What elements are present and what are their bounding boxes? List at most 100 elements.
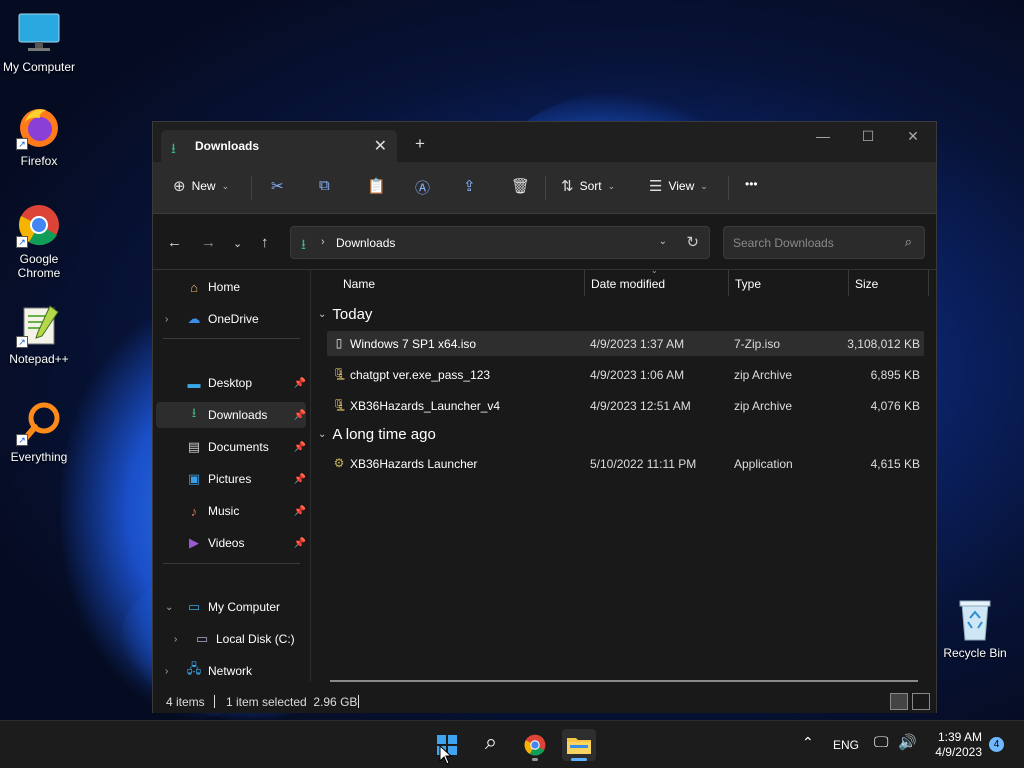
- tiles-view-button[interactable]: [912, 693, 930, 710]
- desktop-icon-notepadpp[interactable]: ↗ Notepad++: [0, 302, 78, 366]
- volume-icon[interactable]: 🔊: [898, 733, 917, 751]
- nav-item-music[interactable]: ♪ Music 📌: [156, 498, 306, 524]
- nav-item-onedrive[interactable]: › ☁ OneDrive: [156, 306, 306, 332]
- clock[interactable]: 1:39 AM 4/9/2023: [935, 730, 982, 760]
- copy-button[interactable]: ⧉: [319, 177, 330, 194]
- group-header-today[interactable]: ⌄ Today: [318, 306, 372, 323]
- notepadpp-icon: ↗: [16, 302, 62, 348]
- breadcrumb[interactable]: Downloads: [336, 236, 395, 250]
- running-indicator: [532, 758, 538, 761]
- chevron-right-icon[interactable]: ›: [165, 314, 168, 325]
- address-bar[interactable]: ⭳ › Downloads ⌄ ↻: [290, 226, 710, 259]
- forward-button[interactable]: →: [201, 234, 216, 251]
- nav-item-videos[interactable]: ▶ Videos 📌: [156, 530, 306, 556]
- shortcut-arrow-icon: ↗: [16, 336, 28, 348]
- language-indicator[interactable]: ENG: [833, 738, 859, 752]
- column-headers: ⌄ Name Date modified Type Size: [312, 266, 936, 296]
- copy-icon: ⧉: [319, 177, 330, 194]
- file-list: ⌄ Name Date modified Type Size ⌄ Today ▯…: [312, 266, 936, 682]
- sort-button[interactable]: ⇅ Sort ⌄: [561, 177, 615, 195]
- group-header-long-ago[interactable]: ⌄ A long time ago: [318, 426, 436, 443]
- minimize-button[interactable]: —: [808, 128, 838, 144]
- file-explorer-taskbar-button[interactable]: [562, 729, 596, 761]
- nav-item-pictures[interactable]: ▣ Pictures 📌: [156, 466, 306, 492]
- more-options-button[interactable]: •••: [745, 177, 758, 191]
- new-tab-button[interactable]: +: [415, 134, 425, 154]
- chrome-taskbar-button[interactable]: [518, 729, 552, 761]
- address-dropdown-icon[interactable]: ⌄: [659, 236, 667, 247]
- file-row[interactable]: ⚙ XB36Hazards Launcher 5/10/2022 11:11 P…: [327, 451, 924, 476]
- column-header-size[interactable]: Size: [855, 277, 878, 291]
- search-input[interactable]: Search Downloads ⌕: [723, 226, 925, 259]
- nav-item-documents[interactable]: ▤ Documents 📌: [156, 434, 306, 460]
- pin-icon[interactable]: 📌: [294, 538, 306, 549]
- desktop-icon-recycle-bin[interactable]: Recycle Bin: [936, 596, 1014, 660]
- column-header-date[interactable]: Date modified: [591, 277, 665, 291]
- plus-circle-icon: ⊕: [173, 178, 186, 195]
- tab-downloads[interactable]: ⭳ Downloads ✕: [161, 130, 397, 162]
- refresh-icon[interactable]: ↻: [686, 233, 699, 251]
- column-divider[interactable]: [584, 270, 585, 296]
- desktop-icon-everything[interactable]: ↗ Everything: [0, 400, 78, 464]
- active-indicator: [571, 758, 587, 761]
- column-divider[interactable]: [848, 270, 849, 296]
- desktop-icon-firefox[interactable]: ↗ Firefox: [0, 104, 78, 168]
- navigation-pane: ⌂ Home › ☁ OneDrive ▬ Desktop 📌 ⭳ Downlo…: [153, 270, 311, 682]
- desktop-icon-my-computer[interactable]: My Computer: [0, 10, 78, 74]
- chevron-up-icon[interactable]: ⌃: [802, 734, 814, 751]
- close-tab-icon[interactable]: ✕: [374, 136, 387, 156]
- pin-icon[interactable]: 📌: [294, 442, 306, 453]
- column-divider[interactable]: [728, 270, 729, 296]
- title-bar: ⭳ Downloads ✕ + — ☐ ✕: [153, 122, 936, 162]
- file-row[interactable]: 🗜 XB36Hazards_Launcher_v4 4/9/2023 12:51…: [327, 393, 924, 418]
- chevron-down-icon: ⌄: [318, 429, 327, 440]
- shortcut-arrow-icon: ↗: [16, 138, 28, 150]
- notification-badge[interactable]: 4: [989, 737, 1004, 752]
- nav-item-network[interactable]: › 🖧 Network: [156, 658, 306, 684]
- nav-item-local-disk[interactable]: › ▭ Local Disk (C:): [156, 626, 306, 652]
- zip-archive-icon: 🗜: [332, 398, 348, 412]
- desktop-folder-icon: ▬: [187, 375, 201, 391]
- chevron-right-icon[interactable]: ›: [165, 666, 168, 677]
- share-button[interactable]: ⇪: [463, 177, 476, 195]
- application-icon: ⚙: [333, 456, 345, 470]
- selection-info: 1 item selected 2.96 GB: [226, 695, 358, 709]
- separator: [163, 338, 300, 339]
- pin-icon[interactable]: 📌: [294, 506, 306, 517]
- nav-item-my-computer[interactable]: ⌄ ▭ My Computer: [156, 594, 306, 620]
- sort-icon: ⇅: [561, 178, 574, 195]
- cut-button[interactable]: ✂: [271, 177, 284, 195]
- rename-button[interactable]: Ⓐ: [415, 177, 430, 198]
- column-header-type[interactable]: Type: [735, 277, 761, 291]
- chevron-down-icon[interactable]: ⌄: [165, 602, 173, 613]
- close-window-button[interactable]: ✕: [898, 128, 928, 145]
- new-button[interactable]: ⊕ New ⌄: [173, 177, 229, 195]
- column-divider[interactable]: [928, 270, 929, 296]
- cloud-icon: ☁: [187, 311, 201, 326]
- details-view-button[interactable]: [890, 693, 908, 710]
- nav-item-desktop[interactable]: ▬ Desktop 📌: [156, 370, 307, 396]
- paste-button[interactable]: 📋: [367, 177, 386, 195]
- search-taskbar-button[interactable]: ⌕: [474, 729, 508, 761]
- file-row[interactable]: 🗜 chatgpt ver.exe_pass_123 4/9/2023 1:06…: [327, 362, 924, 387]
- up-button[interactable]: ↑: [261, 234, 269, 251]
- pin-icon[interactable]: 📌: [294, 474, 306, 485]
- file-row[interactable]: ▯ Windows 7 SP1 x64.iso 4/9/2023 1:37 AM…: [327, 331, 924, 356]
- delete-button[interactable]: 🗑: [511, 177, 530, 195]
- chevron-right-icon[interactable]: ›: [174, 634, 177, 645]
- pin-icon[interactable]: 📌: [294, 410, 306, 421]
- firefox-icon: ↗: [16, 104, 62, 150]
- network-tray-icon[interactable]: 🖵: [874, 734, 888, 751]
- back-button[interactable]: ←: [167, 234, 182, 251]
- view-button[interactable]: ☰ View ⌄: [649, 177, 708, 195]
- maximize-button[interactable]: ☐: [853, 128, 883, 145]
- nav-item-downloads[interactable]: ⭳ Downloads 📌: [156, 402, 306, 428]
- desktop-icon-chrome[interactable]: ↗ Google Chrome: [0, 202, 78, 280]
- recent-locations-button[interactable]: ⌄: [233, 237, 242, 250]
- paste-icon: 📋: [367, 178, 386, 195]
- pin-icon[interactable]: 📌: [294, 378, 306, 389]
- nav-item-home[interactable]: ⌂ Home: [156, 274, 306, 300]
- video-icon: ▶: [189, 535, 199, 550]
- share-icon: ⇪: [463, 178, 476, 195]
- column-header-name[interactable]: Name: [343, 277, 375, 291]
